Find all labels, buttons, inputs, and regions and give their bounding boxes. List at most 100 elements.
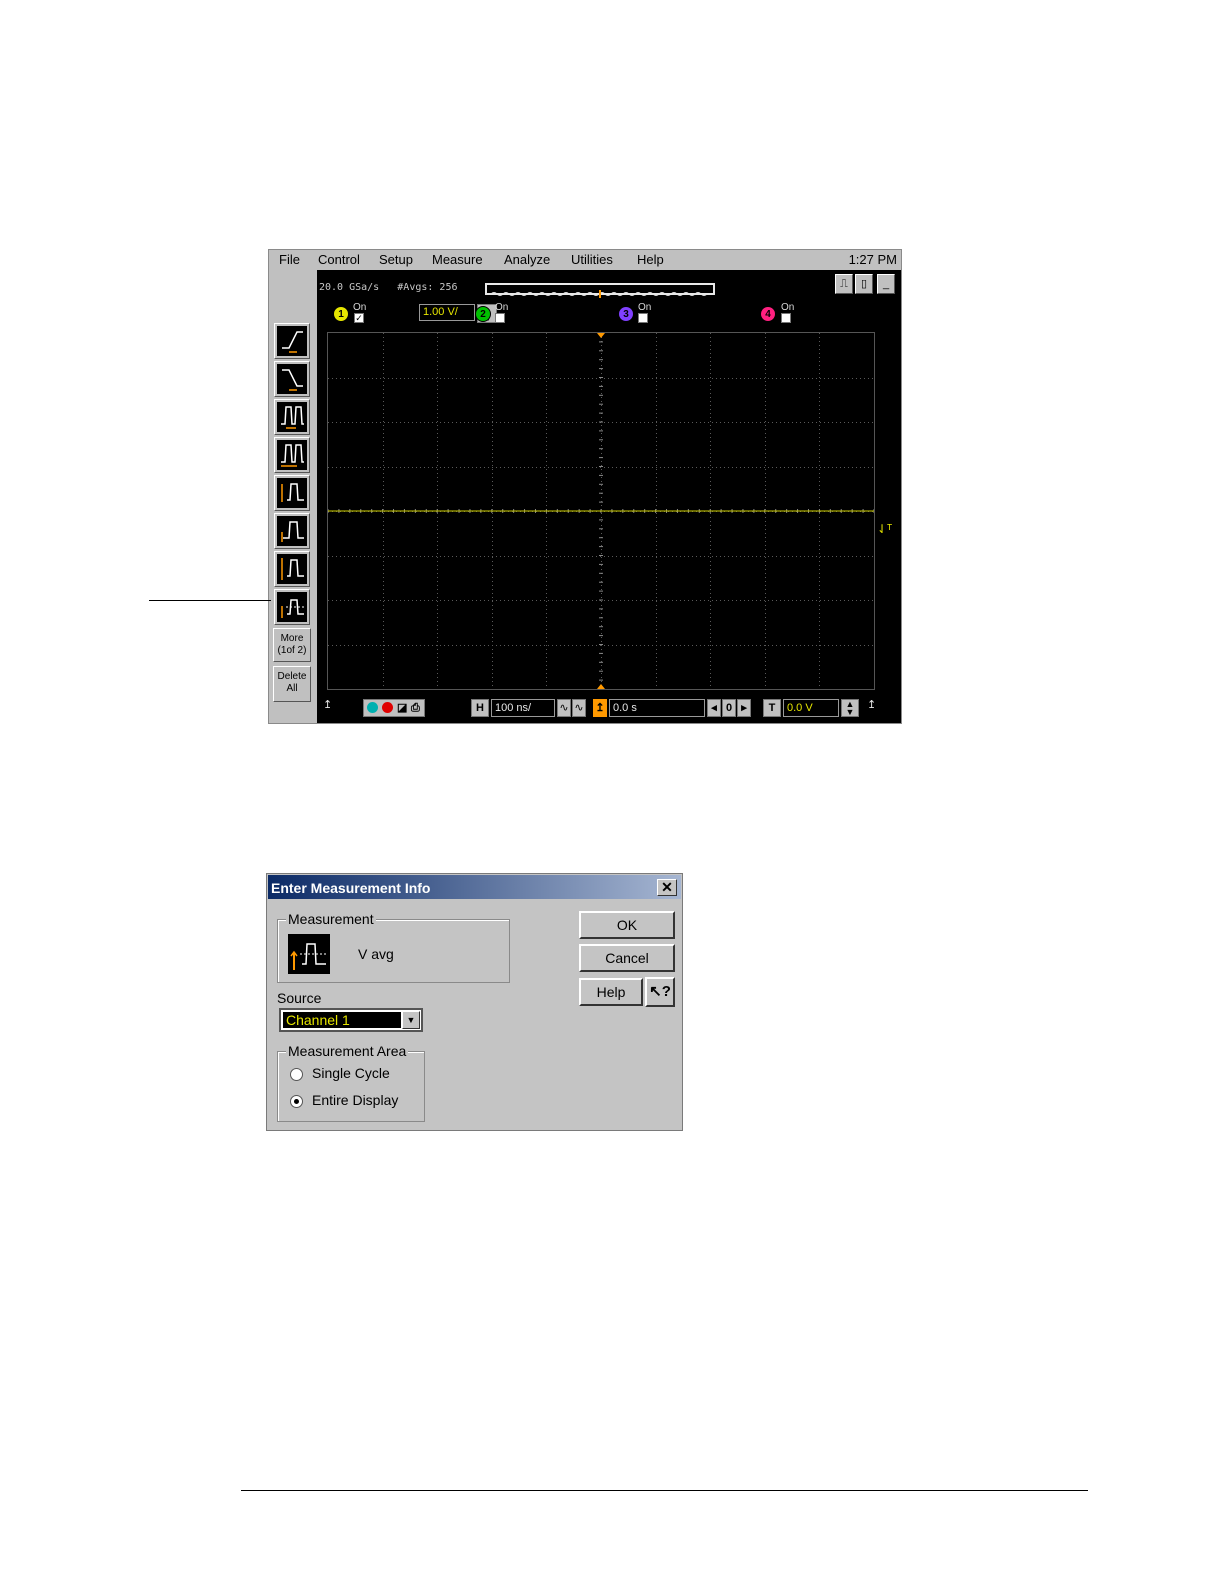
channel-1-badge[interactable]: 1 [333, 306, 349, 322]
channel-3-checkbox[interactable] [638, 313, 648, 323]
channel-1-on-label: On [353, 302, 367, 313]
period-icon [281, 406, 304, 429]
delete-all-button[interactable]: Delete All [273, 666, 311, 702]
channel-4-badge[interactable]: 4 [760, 306, 776, 322]
frequency-button[interactable] [274, 437, 310, 473]
rise-time-icon [282, 331, 303, 353]
horizontal-button[interactable]: H [471, 699, 489, 717]
channel-3-on-label: On [638, 302, 652, 313]
fall-time-icon [282, 369, 303, 391]
coarse-icon[interactable]: ∿ [572, 699, 586, 717]
minimize-button[interactable]: _ [877, 274, 895, 294]
menu-help[interactable]: Help [637, 252, 664, 267]
channel-2-badge[interactable]: 2 [475, 306, 491, 322]
fine-icon[interactable]: ∿ [557, 699, 571, 717]
trigger-level-field[interactable]: 0.0 V [783, 699, 839, 717]
menu-bar: File Control Setup Measure Analyze Utili… [269, 250, 901, 270]
whats-this-button[interactable]: ↖? [645, 977, 675, 1007]
v-top-button[interactable] [274, 513, 310, 549]
memory-bar[interactable] [485, 283, 715, 298]
rise-time-button[interactable] [274, 323, 310, 359]
measurement-group: Measurement V avg [277, 911, 510, 983]
entire-display-radio[interactable] [290, 1095, 303, 1108]
menu-control[interactable]: Control [318, 252, 360, 267]
stop-icon[interactable] [382, 702, 393, 713]
expand-right-icon[interactable]: ↥ [867, 698, 876, 711]
acquisition-status: 20.0 GSa/s #Avgs: 256 [319, 282, 458, 293]
print-icon[interactable]: ⎙ [411, 700, 420, 716]
menu-setup[interactable]: Setup [379, 252, 413, 267]
mouse-mode-button[interactable]: ▯ [855, 274, 873, 294]
source-value: Channel 1 [283, 1012, 401, 1028]
trigger-level-spinner[interactable]: ▲ ▼ [841, 699, 859, 717]
waveform-graticule[interactable] [327, 332, 875, 690]
delay-left-icon[interactable]: ◂ [707, 699, 721, 717]
v-max-button[interactable] [274, 551, 310, 587]
callout-line [149, 600, 271, 601]
channel-4-on-label: On [781, 302, 795, 313]
channel-1-scale-field[interactable]: 1.00 V/ [419, 304, 475, 321]
mouse-icon: ▯ [860, 278, 868, 290]
channel-4-checkbox[interactable] [781, 313, 791, 323]
entire-display-label[interactable]: Entire Display [312, 1092, 398, 1108]
period-button[interactable] [274, 399, 310, 435]
delay-marker-top[interactable] [597, 333, 605, 338]
measurement-area-label: Measurement Area [286, 1043, 409, 1059]
scope-display-area: 20.0 GSa/s #Avgs: 256 ⎍ ▯ _ 1 On ✓ 1.00 … [317, 270, 901, 723]
delay-reference-icon[interactable]: ↥ [593, 699, 607, 717]
measurement-name: V avg [358, 946, 394, 962]
sample-rate: 20.0 GSa/s [319, 282, 380, 293]
timebase-field[interactable]: 100 ns/ [491, 699, 555, 717]
dialog-title-bar[interactable]: Enter Measurement Info ✕ [268, 875, 681, 899]
v-amplitude-button[interactable] [274, 475, 310, 511]
v-avg-icon [281, 599, 304, 618]
dialog-title: Enter Measurement Info [271, 880, 431, 896]
pointer-help-icon: ↖ [649, 983, 662, 1000]
v-max-icon [281, 558, 304, 580]
run-icon[interactable] [367, 702, 378, 713]
close-button[interactable]: ✕ [657, 879, 677, 896]
minimize-icon: _ [882, 278, 890, 290]
measurement-toolbar: More (1of 2) Delete All [269, 270, 317, 723]
trigger-level-icon: ⇃ᵀ [877, 522, 893, 536]
delay-field[interactable]: 0.0 s [609, 699, 705, 717]
menu-utilities[interactable]: Utilities [571, 252, 613, 267]
v-avg-icon [288, 934, 330, 974]
measurement-area-group: Measurement Area Single Cycle Entire Dis… [277, 1043, 425, 1122]
channel-3-badge[interactable]: 3 [618, 306, 634, 322]
delay-marker-bottom[interactable] [597, 684, 605, 689]
channel-1-checkbox[interactable]: ✓ [354, 313, 364, 323]
delay-right-icon[interactable]: ▸ [737, 699, 751, 717]
menu-measure[interactable]: Measure [432, 252, 483, 267]
cancel-button[interactable]: Cancel [579, 944, 675, 972]
footer-rule [241, 1490, 1088, 1491]
pulse-icon: ⎍ [840, 278, 848, 290]
clock: 1:27 PM [848, 252, 897, 267]
single-cycle-radio[interactable] [290, 1068, 303, 1081]
scope-window: File Control Setup Measure Analyze Utili… [268, 249, 902, 724]
more-button[interactable]: More (1of 2) [273, 628, 311, 662]
source-dropdown[interactable]: Channel 1 ▼ [279, 1008, 423, 1032]
dropdown-arrow-icon[interactable]: ▼ [402, 1011, 420, 1029]
menu-file[interactable]: File [279, 252, 300, 267]
channel-2-checkbox[interactable] [495, 313, 505, 323]
enter-measurement-info-dialog: Enter Measurement Info ✕ Measurement V a… [266, 873, 683, 1131]
expand-left-icon[interactable]: ↥ [323, 698, 332, 711]
trigger-button[interactable]: T [763, 699, 781, 717]
help-button[interactable]: Help [579, 978, 643, 1006]
single-cycle-label[interactable]: Single Cycle [312, 1065, 390, 1081]
ok-button[interactable]: OK [579, 911, 675, 939]
more-label: More [280, 633, 304, 644]
source-label: Source [277, 990, 322, 1006]
fall-time-button[interactable] [274, 361, 310, 397]
all-label: All [286, 683, 298, 694]
single-icon[interactable]: ◪ [397, 700, 407, 716]
channel-2-on-label: On [495, 302, 509, 313]
close-icon: ✕ [661, 879, 673, 895]
question-mark: ? [661, 983, 671, 1000]
delay-zero-icon[interactable]: 0 [722, 699, 736, 717]
v-avg-button[interactable] [274, 589, 310, 625]
waveform-view-button[interactable]: ⎍ [835, 274, 853, 294]
bottom-control-bar: ↥ ◪ ⎙ H 100 ns/ ∿ ∿ ↥ 0.0 s ◂ 0 ▸ T 0.0 … [317, 696, 901, 723]
menu-analyze[interactable]: Analyze [504, 252, 550, 267]
